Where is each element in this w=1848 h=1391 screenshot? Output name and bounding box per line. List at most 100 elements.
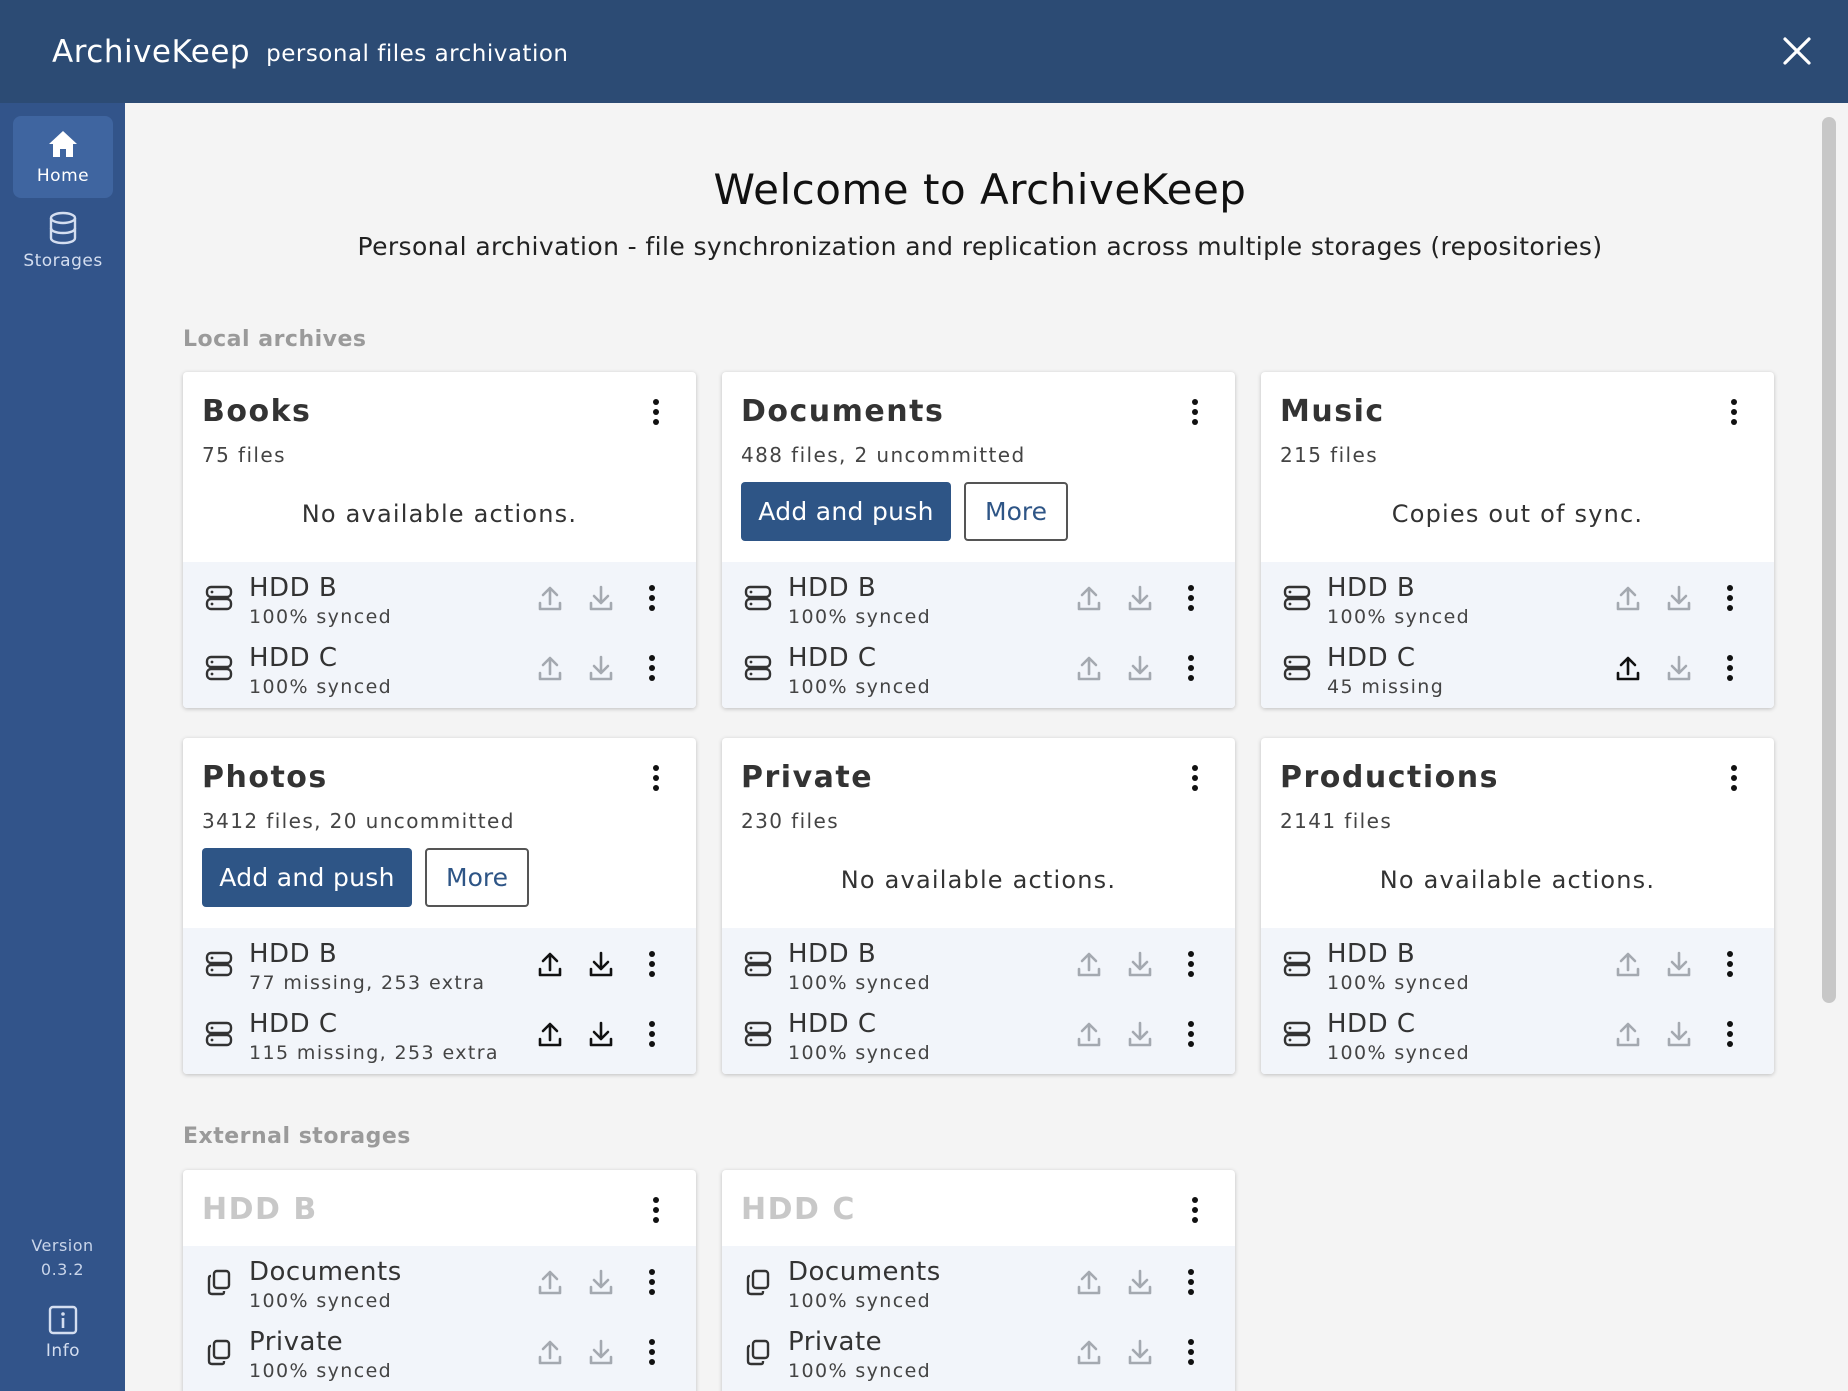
archive-menu-button[interactable] xyxy=(1724,394,1744,430)
more-vertical-icon xyxy=(1731,399,1737,425)
upload-icon xyxy=(1077,656,1101,681)
pull-button[interactable] xyxy=(586,1336,616,1368)
archive-copy-icon-wrap xyxy=(205,1268,233,1296)
push-button[interactable] xyxy=(1613,1018,1643,1050)
repository-menu-button[interactable] xyxy=(1715,1018,1745,1050)
push-button[interactable] xyxy=(1074,1336,1104,1368)
more-button[interactable]: More xyxy=(425,848,529,907)
storage-icon-wrap xyxy=(205,950,233,978)
push-button[interactable] xyxy=(535,652,565,684)
close-button[interactable] xyxy=(1776,30,1818,72)
pull-button[interactable] xyxy=(1125,1266,1155,1298)
repository-name: HDD C xyxy=(1327,1009,1416,1039)
card-header: Photos 3412 files, 20 uncommitted Add and … xyxy=(183,738,696,928)
repository-menu-button[interactable] xyxy=(1176,948,1206,980)
pull-button[interactable] xyxy=(1664,1018,1694,1050)
push-button[interactable] xyxy=(535,1266,565,1298)
pull-button[interactable] xyxy=(586,582,616,614)
sidebar-item-home[interactable]: Home xyxy=(13,116,113,198)
pull-button[interactable] xyxy=(586,1018,616,1050)
repository-name: HDD B xyxy=(249,573,338,603)
sidebar-item-label: Home xyxy=(36,166,90,186)
pull-button[interactable] xyxy=(586,652,616,684)
pull-button[interactable] xyxy=(1125,582,1155,614)
archive-copy-icon-wrap xyxy=(744,1268,772,1296)
more-vertical-icon xyxy=(649,655,655,681)
pull-button[interactable] xyxy=(1125,1018,1155,1050)
storage-card: HDD C Documents 100% synced Private 100% syn… xyxy=(722,1170,1235,1391)
push-button[interactable] xyxy=(1074,652,1104,684)
repository-menu-button[interactable] xyxy=(637,1018,667,1050)
more-vertical-icon xyxy=(1188,1339,1194,1365)
pull-button[interactable] xyxy=(1664,948,1694,980)
repository-menu-button[interactable] xyxy=(1176,652,1206,684)
status-message: No available actions. xyxy=(1379,866,1656,894)
archive-menu-button[interactable] xyxy=(1185,394,1205,430)
push-button[interactable] xyxy=(535,1336,565,1368)
storage-menu-button[interactable] xyxy=(1185,1192,1205,1228)
scrollbar[interactable] xyxy=(1822,117,1836,1117)
repository-list: HDD B 100% synced HDD C 100% synced xyxy=(722,928,1235,1074)
repository-menu-button[interactable] xyxy=(637,652,667,684)
repository-menu-button[interactable] xyxy=(1176,1266,1206,1298)
repository-menu-button[interactable] xyxy=(637,582,667,614)
archive-card: Private 230 files No available actions. HDD… xyxy=(722,738,1235,1074)
push-button[interactable] xyxy=(1613,948,1643,980)
repository-menu-button[interactable] xyxy=(1715,948,1745,980)
push-button[interactable] xyxy=(535,1018,565,1050)
pull-button[interactable] xyxy=(1125,948,1155,980)
file-count: 230 files xyxy=(741,809,840,833)
push-button[interactable] xyxy=(535,948,565,980)
push-button[interactable] xyxy=(1074,948,1104,980)
repository-list: HDD B 100% synced HDD C 100% synced xyxy=(1261,928,1774,1074)
sidebar-item-storages[interactable]: Storages xyxy=(13,200,113,282)
push-button[interactable] xyxy=(535,582,565,614)
pull-button[interactable] xyxy=(586,948,616,980)
repository-menu-button[interactable] xyxy=(1176,1336,1206,1368)
card-header: Productions 2141 files No available action… xyxy=(1261,738,1774,928)
download-icon xyxy=(1667,1021,1691,1047)
more-vertical-icon xyxy=(1731,765,1737,791)
archive-menu-button[interactable] xyxy=(1724,760,1744,796)
pull-button[interactable] xyxy=(1664,652,1694,684)
repository-menu-button[interactable] xyxy=(1176,1018,1206,1050)
repository-status: 45 missing xyxy=(1327,676,1445,698)
archive-title: Photos xyxy=(202,760,328,795)
app-window: ArchiveKeep personal files archivation H… xyxy=(0,0,1848,1391)
pull-button[interactable] xyxy=(1664,582,1694,614)
storage-menu-button[interactable] xyxy=(646,1192,666,1228)
upload-icon xyxy=(1077,952,1101,977)
repository-status: 100% synced xyxy=(249,676,393,698)
title-bar: ArchiveKeep personal files archivation xyxy=(0,0,1848,103)
repository-status: 100% synced xyxy=(249,1360,393,1382)
storage-card: HDD B Documents 100% synced Private 100% syn… xyxy=(183,1170,696,1391)
repository-menu-button[interactable] xyxy=(637,948,667,980)
sidebar-item-info[interactable]: Info xyxy=(13,1293,113,1373)
push-button[interactable] xyxy=(1074,1266,1104,1298)
repository-menu-button[interactable] xyxy=(1715,652,1745,684)
pull-button[interactable] xyxy=(1125,652,1155,684)
push-button[interactable] xyxy=(1613,582,1643,614)
repository-menu-button[interactable] xyxy=(637,1336,667,1368)
repository-row: Documents 100% synced xyxy=(722,1246,1235,1316)
repository-name: HDD C xyxy=(788,1009,877,1039)
add-and-push-button[interactable]: Add and push xyxy=(741,482,951,541)
hard-drive-icon xyxy=(205,951,233,977)
pull-button[interactable] xyxy=(1125,1336,1155,1368)
push-button[interactable] xyxy=(1074,1018,1104,1050)
hard-drive-icon xyxy=(205,655,233,681)
file-count: 2141 files xyxy=(1280,809,1393,833)
repository-menu-button[interactable] xyxy=(1176,582,1206,614)
more-button[interactable]: More xyxy=(964,482,1068,541)
archive-menu-button[interactable] xyxy=(646,394,666,430)
push-button[interactable] xyxy=(1613,652,1643,684)
archive-copy-icon-wrap xyxy=(205,1338,233,1366)
pull-button[interactable] xyxy=(586,1266,616,1298)
add-and-push-button[interactable]: Add and push xyxy=(202,848,412,907)
more-vertical-icon xyxy=(1192,1197,1198,1223)
archive-menu-button[interactable] xyxy=(646,760,666,796)
repository-menu-button[interactable] xyxy=(1715,582,1745,614)
repository-menu-button[interactable] xyxy=(637,1266,667,1298)
archive-menu-button[interactable] xyxy=(1185,760,1205,796)
push-button[interactable] xyxy=(1074,582,1104,614)
